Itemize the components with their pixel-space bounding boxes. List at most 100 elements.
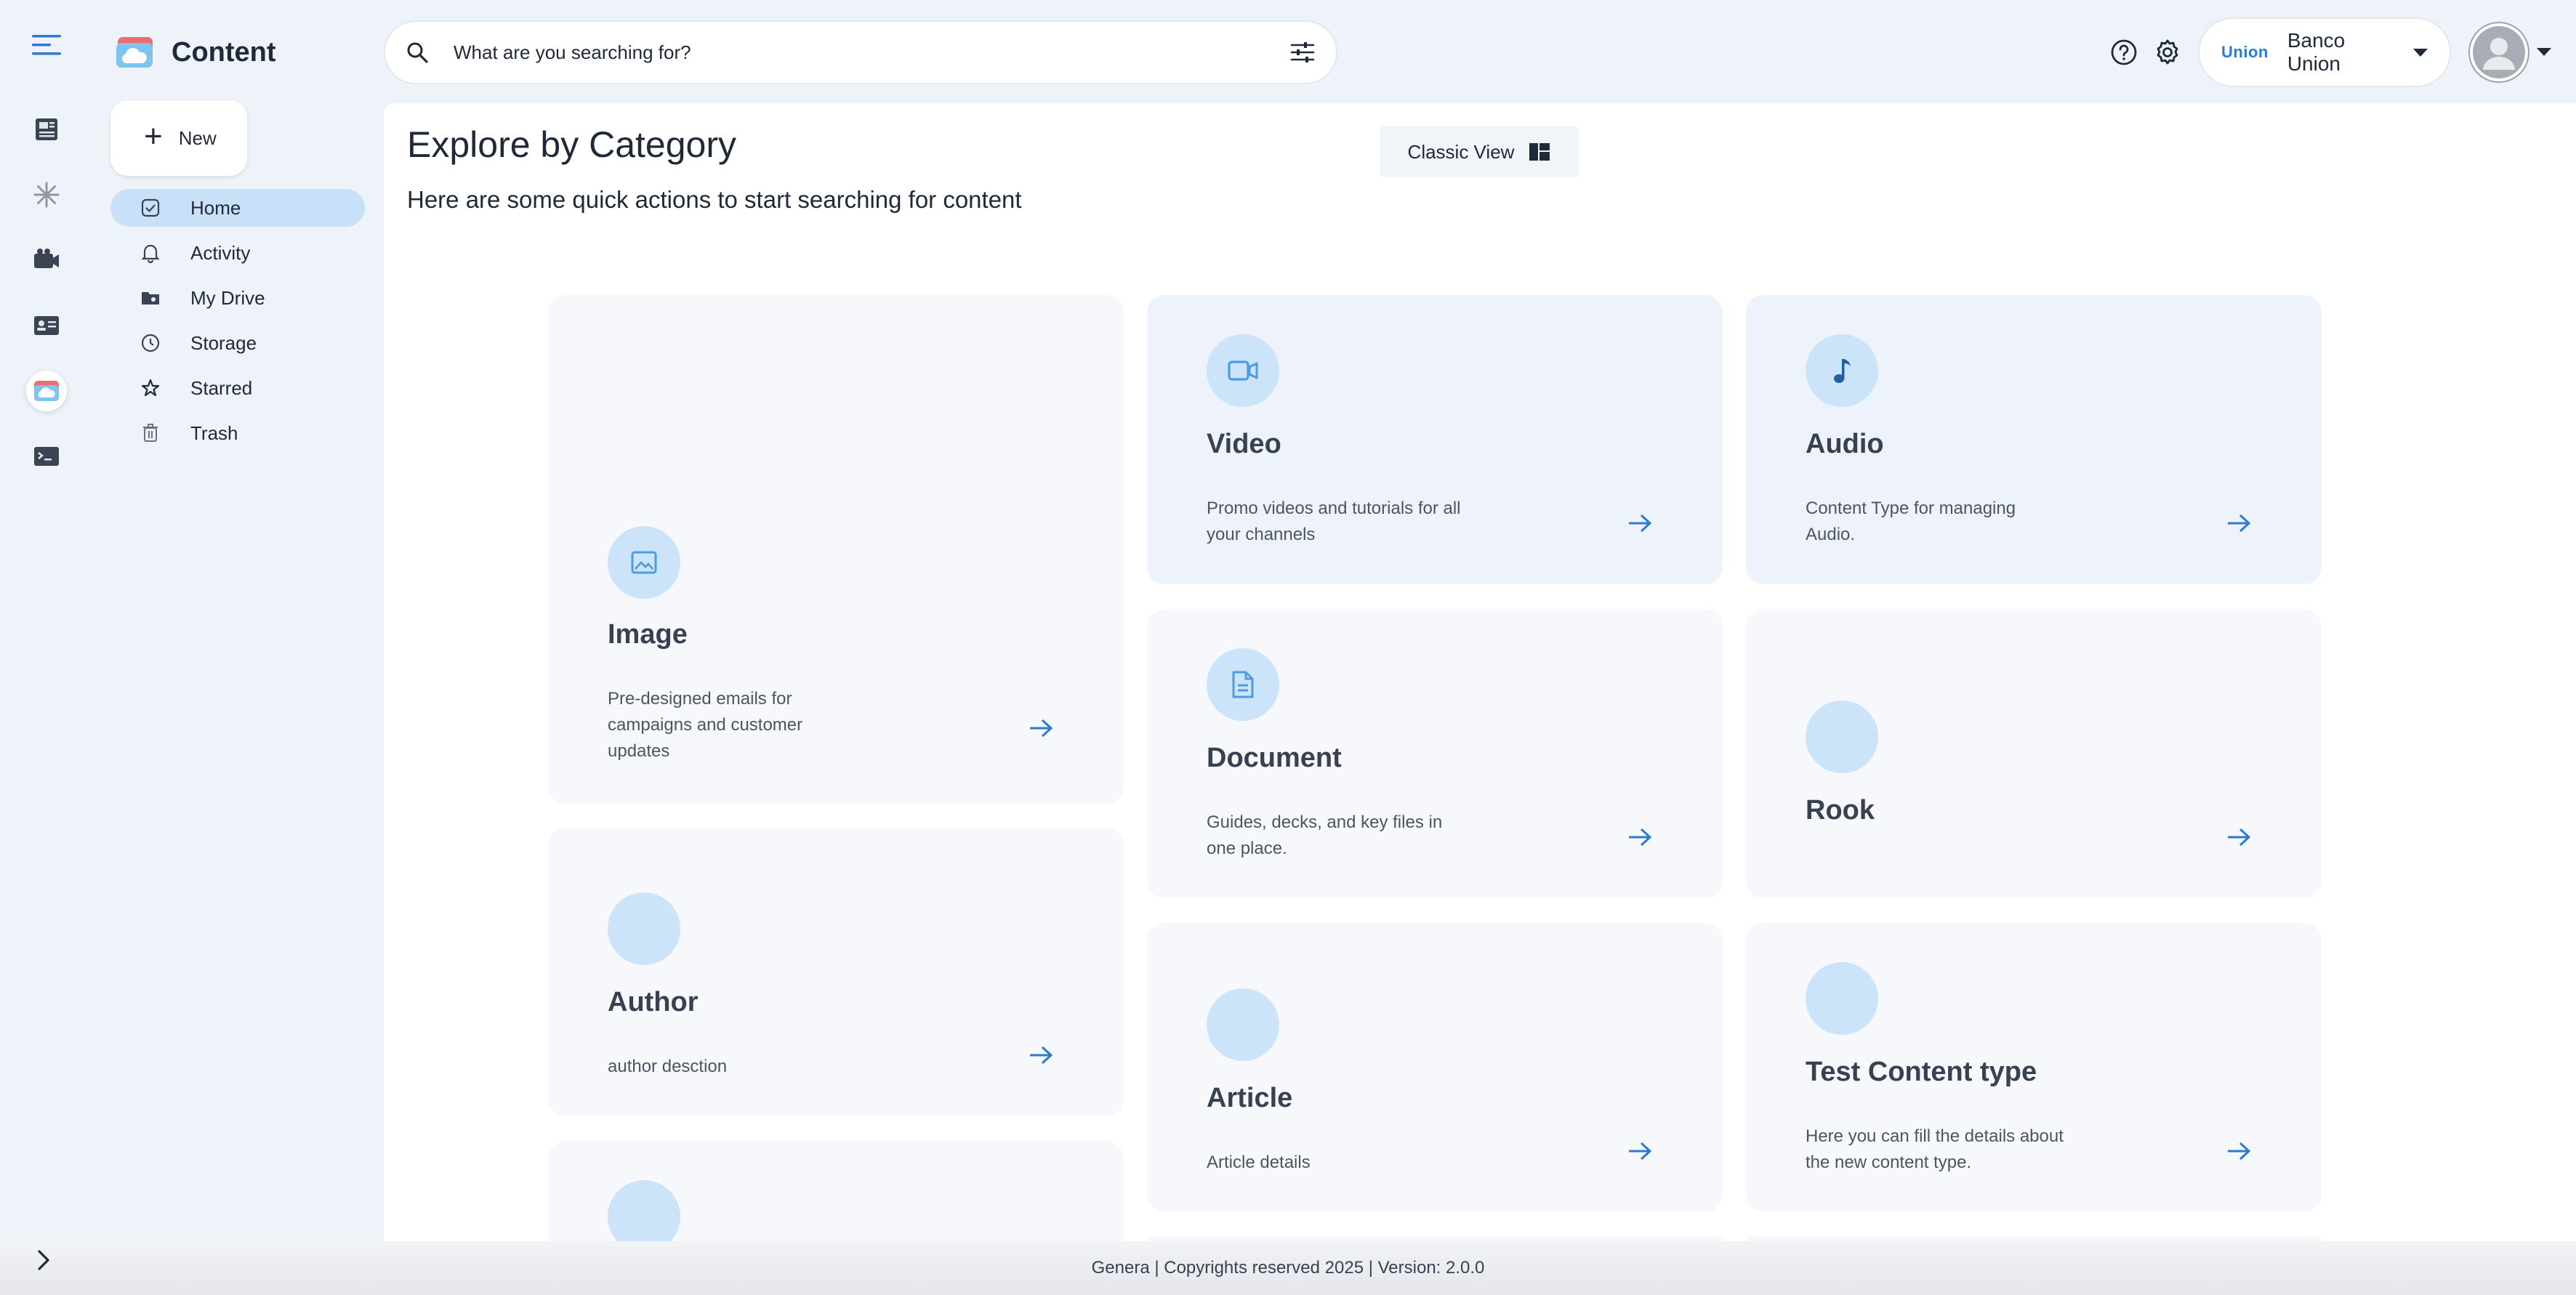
category-card-author[interactable]: Author author desction [548,827,1124,1116]
card-title: Test Content type [1806,1057,2037,1087]
category-card-article[interactable]: Article Article details [1147,923,1723,1212]
chevron-right-icon [38,1250,49,1270]
app-brand: Content [115,31,276,74]
placeholder-circle-icon [1806,701,1878,773]
card-description: Pre-designed emails for campaigns and cu… [608,689,803,761]
rail-app-newspaper[interactable] [26,109,67,150]
gear-icon [2157,39,2178,65]
category-card-test-content-type[interactable]: Test Content type Here you can fill the … [1746,923,2322,1212]
arrow-right-icon[interactable] [1625,509,1654,538]
classic-view-button[interactable]: Classic View [1380,126,1579,177]
content-logo-icon [116,37,153,68]
category-card-partial[interactable] [1746,1235,2322,1241]
video-icon [1207,334,1279,407]
arrow-right-icon[interactable] [2224,509,2253,538]
star-icon [140,377,161,399]
footer-text: Genera | Copyrights reserved 2025 | Vers… [1091,1258,1485,1278]
org-name: Banco Union [2287,29,2346,75]
settings-button[interactable] [2150,35,2185,70]
card-title: Document [1207,743,1342,773]
app-title: Content [172,36,276,68]
image-icon [608,526,680,599]
placeholder-circle-icon [608,892,680,965]
category-card-video[interactable]: Video Promo videos and tutorials for all… [1147,295,1723,584]
new-button[interactable]: + New [110,100,247,176]
avatar[interactable] [2468,22,2529,83]
card-title: Video [1207,429,1281,459]
video-camera-icon [34,249,59,268]
sidebar-item-trash[interactable]: Trash [110,414,365,452]
expand-rail-button[interactable] [32,1247,55,1277]
page-title: Explore by Category [407,124,737,165]
search-bar[interactable]: What are you searching for? [384,20,1337,84]
card-title: Author [608,987,699,1017]
sidebar-item-starred[interactable]: Starred [110,369,365,407]
card-description: Promo videos and tutorials for all your … [1207,499,1461,544]
rail-app-id-card[interactable] [26,305,67,346]
app-rail [0,0,93,1295]
footer: Genera | Copyrights reserved 2025 | Vers… [0,1241,2576,1295]
help-button[interactable] [2106,35,2141,70]
snowflake-icon [33,182,60,208]
sidebar-item-label: Trash [190,421,238,444]
bell-icon [140,242,161,264]
card-description: Content Type for managing Audio. [1806,499,2016,544]
sidebar-item-label: Activity [190,241,251,264]
rail-app-video[interactable] [26,240,67,281]
search-icon [407,42,428,63]
category-card-document[interactable]: Document Guides, decks, and key files in… [1147,609,1723,898]
newspaper-icon [36,118,57,140]
sidebar-item-label: My Drive [190,286,265,309]
organization-switcher[interactable]: Union Banco Union [2198,17,2451,87]
clock-icon [140,332,161,354]
card-description: Article details [1207,1153,1311,1172]
arrow-right-icon[interactable] [2224,1137,2253,1166]
sidebar-item-label: Starred [190,376,253,399]
terminal-icon [34,447,59,466]
category-card-image[interactable]: Image Pre-designed emails for campaigns … [548,295,1124,804]
arrow-right-icon[interactable] [1625,1137,1654,1166]
org-logo: Union [2221,43,2269,61]
user-avatar-icon [2473,26,2525,78]
drive-folder-icon [140,287,161,309]
music-note-icon [1806,334,1878,407]
placeholder-circle-icon [1207,988,1279,1061]
card-description: Here you can fill the details about the … [1806,1126,2064,1172]
document-icon [1207,648,1279,721]
sidebar-nav: Home Activity My Drive Storage Starred T… [110,189,365,459]
category-card-audio[interactable]: Audio Content Type for managing Audio. [1746,295,2322,584]
dashboard-layout-icon [1529,143,1550,161]
id-card-icon [34,316,59,335]
avatar-chevron-down-icon[interactable] [2537,48,2551,56]
filter-sliders-icon[interactable] [1289,41,1316,64]
search-input[interactable]: What are you searching for? [454,41,1289,64]
card-title: Image [608,619,688,650]
arrow-right-icon[interactable] [1625,823,1654,852]
trash-icon [140,422,161,444]
arrow-right-icon[interactable] [1026,714,1055,743]
rail-app-snowflake[interactable] [26,174,67,215]
menu-icon [32,35,61,55]
category-card-partial[interactable] [1147,1235,1723,1241]
new-button-label: New [178,126,217,149]
sidebar-item-my-drive[interactable]: My Drive [110,279,365,317]
card-description: author desction [608,1057,728,1076]
sidebar-item-label: Home [190,196,241,219]
rail-app-terminal[interactable] [26,436,67,477]
page-subtitle: Here are some quick actions to start sea… [407,186,1022,213]
sidebar-item-home[interactable]: Home [110,189,365,227]
sidebar-item-storage[interactable]: Storage [110,324,365,362]
hamburger-menu-button[interactable] [26,25,67,65]
sidebar-item-activity[interactable]: Activity [110,234,365,272]
card-title: Audio [1806,429,1884,459]
help-icon [2111,39,2137,65]
main-panel: Explore by Category Here are some quick … [384,103,2576,1253]
arrow-right-icon[interactable] [1026,1041,1055,1070]
category-card-rook[interactable]: Rook [1746,609,2322,898]
rail-app-content[interactable] [26,371,67,411]
arrow-right-icon[interactable] [2224,823,2253,852]
classic-view-label: Classic View [1407,140,1515,163]
sidebar-item-label: Storage [190,331,257,354]
category-card-partial[interactable] [548,1141,1124,1253]
home-check-icon [140,197,161,219]
